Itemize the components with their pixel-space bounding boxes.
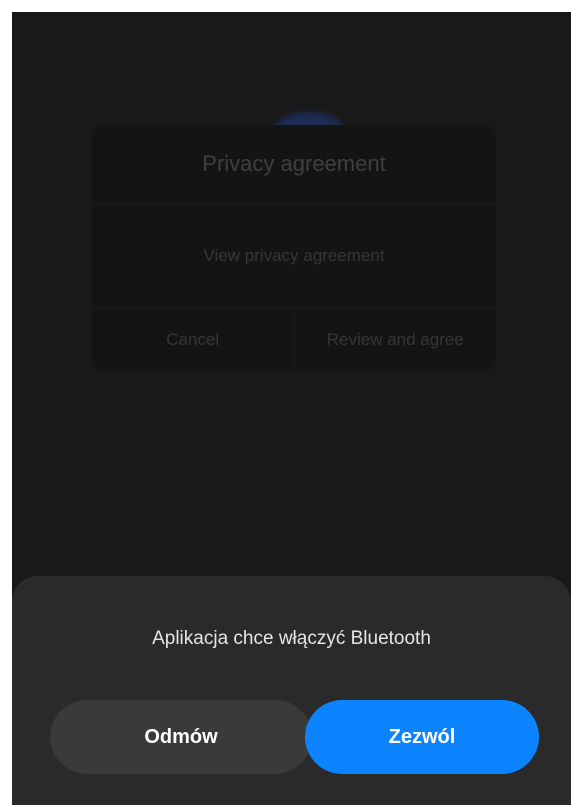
bluetooth-permission-sheet: Aplikacja chce włączyć Bluetooth Odmów Z… bbox=[12, 576, 571, 805]
deny-button[interactable]: Odmów bbox=[50, 700, 312, 774]
privacy-dialog-title: Privacy agreement bbox=[92, 125, 496, 204]
view-privacy-agreement-link[interactable]: View privacy agreement bbox=[92, 204, 496, 308]
allow-button[interactable]: Zezwól bbox=[305, 700, 539, 774]
privacy-agreement-dialog: Privacy agreement View privacy agreement… bbox=[92, 125, 496, 371]
privacy-agree-button[interactable]: Review and agree bbox=[293, 308, 497, 371]
privacy-cancel-button[interactable]: Cancel bbox=[92, 308, 294, 371]
privacy-dialog-actions: Cancel Review and agree bbox=[92, 308, 496, 371]
bluetooth-permission-message: Aplikacja chce włączyć Bluetooth bbox=[152, 628, 431, 649]
phone-screen: Privacy agreement View privacy agreement… bbox=[12, 12, 571, 805]
